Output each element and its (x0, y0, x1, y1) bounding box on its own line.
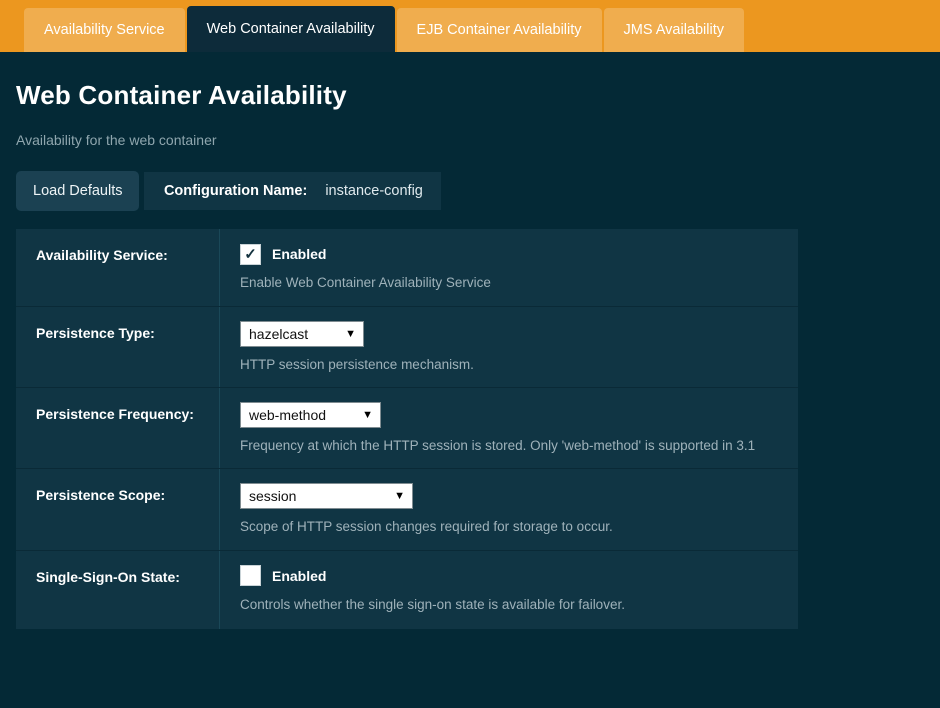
setting-help-text: Enable Web Container Availability Servic… (240, 275, 782, 291)
setting-help-text: Frequency at which the HTTP session is s… (240, 438, 782, 454)
persistence-type-select[interactable]: hazelcast ▼ (240, 321, 364, 347)
setting-help-text: Scope of HTTP session changes required f… (240, 519, 782, 535)
tab-label: JMS Availability (624, 22, 724, 38)
page-content: Web Container Availability Availability … (0, 52, 940, 708)
tab-web-container-availability[interactable]: Web Container Availability (187, 6, 395, 52)
setting-row-single-sign-on-state: Single-Sign-On State: ✓ Enabled Controls… (16, 551, 798, 629)
checkbox-group: ✓ Enabled (240, 243, 782, 265)
tab-label: Web Container Availability (207, 21, 375, 37)
availability-service-checkbox[interactable]: ✓ (240, 244, 261, 265)
configuration-name-value: instance-config (325, 183, 423, 199)
tab-label: Availability Service (44, 22, 165, 38)
setting-field: session ▼ Scope of HTTP session changes … (220, 469, 798, 549)
tab-availability-service[interactable]: Availability Service (24, 8, 185, 52)
setting-label: Persistence Scope: (16, 469, 220, 549)
select-value: hazelcast (249, 326, 308, 342)
setting-row-availability-service: Availability Service: ✓ Enabled Enable W… (16, 229, 798, 307)
tab-label: EJB Container Availability (417, 22, 582, 38)
settings-panel: Availability Service: ✓ Enabled Enable W… (16, 229, 798, 629)
setting-field: web-method ▼ Frequency at which the HTTP… (220, 388, 798, 468)
chevron-down-icon: ▼ (362, 409, 373, 421)
setting-row-persistence-frequency: Persistence Frequency: web-method ▼ Freq… (16, 388, 798, 469)
setting-field: ✓ Enabled Enable Web Container Availabil… (220, 229, 798, 306)
tab-ejb-container-availability[interactable]: EJB Container Availability (397, 8, 602, 52)
configuration-name-strip: Configuration Name: instance-config (144, 172, 441, 210)
setting-label: Persistence Frequency: (16, 388, 220, 468)
select-group: web-method ▼ (240, 402, 782, 428)
setting-help-text: HTTP session persistence mechanism. (240, 357, 782, 373)
select-group: hazelcast ▼ (240, 321, 782, 347)
checkbox-group: ✓ Enabled (240, 565, 782, 587)
tab-bar: Availability Service Web Container Avail… (0, 0, 940, 52)
single-sign-on-state-checkbox[interactable]: ✓ (240, 565, 261, 586)
persistence-frequency-select[interactable]: web-method ▼ (240, 402, 381, 428)
load-defaults-button[interactable]: Load Defaults (16, 171, 139, 211)
persistence-scope-select[interactable]: session ▼ (240, 483, 413, 509)
setting-row-persistence-type: Persistence Type: hazelcast ▼ HTTP sessi… (16, 307, 798, 388)
setting-label: Availability Service: (16, 229, 220, 306)
configuration-name-label: Configuration Name: (164, 183, 307, 199)
checkbox-label: Enabled (272, 246, 326, 262)
tab-jms-availability[interactable]: JMS Availability (604, 8, 744, 52)
checkbox-label: Enabled (272, 568, 326, 584)
page-title: Web Container Availability (16, 80, 940, 111)
select-value: web-method (249, 407, 326, 423)
page-subtitle: Availability for the web container (16, 132, 940, 148)
select-value: session (249, 488, 296, 504)
setting-field: hazelcast ▼ HTTP session persistence mec… (220, 307, 798, 387)
setting-label: Persistence Type: (16, 307, 220, 387)
chevron-down-icon: ▼ (345, 328, 356, 340)
chevron-down-icon: ▼ (394, 490, 405, 502)
select-group: session ▼ (240, 483, 782, 509)
setting-field: ✓ Enabled Controls whether the single si… (220, 551, 798, 629)
setting-row-persistence-scope: Persistence Scope: session ▼ Scope of HT… (16, 469, 798, 550)
checkmark-icon: ✓ (244, 247, 257, 262)
setting-help-text: Controls whether the single sign-on stat… (240, 597, 782, 613)
setting-label: Single-Sign-On State: (16, 551, 220, 629)
